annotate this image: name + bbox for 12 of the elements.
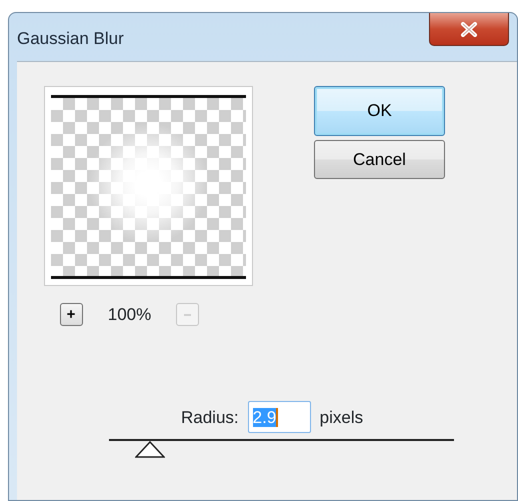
cancel-button[interactable]: Cancel xyxy=(314,140,445,179)
slider-thumb[interactable] xyxy=(135,441,166,458)
minus-icon xyxy=(184,314,192,316)
unit-label: pixels xyxy=(320,406,364,429)
radius-slider[interactable] xyxy=(109,439,454,460)
ok-button[interactable]: OK xyxy=(314,86,445,136)
radius-label: Radius: xyxy=(181,406,239,429)
window-title: Gaussian Blur xyxy=(17,28,124,50)
zoom-in-button[interactable]: + xyxy=(60,303,82,326)
close-button[interactable] xyxy=(429,13,509,46)
close-icon xyxy=(460,22,478,36)
zoom-level: 100% xyxy=(108,304,152,326)
